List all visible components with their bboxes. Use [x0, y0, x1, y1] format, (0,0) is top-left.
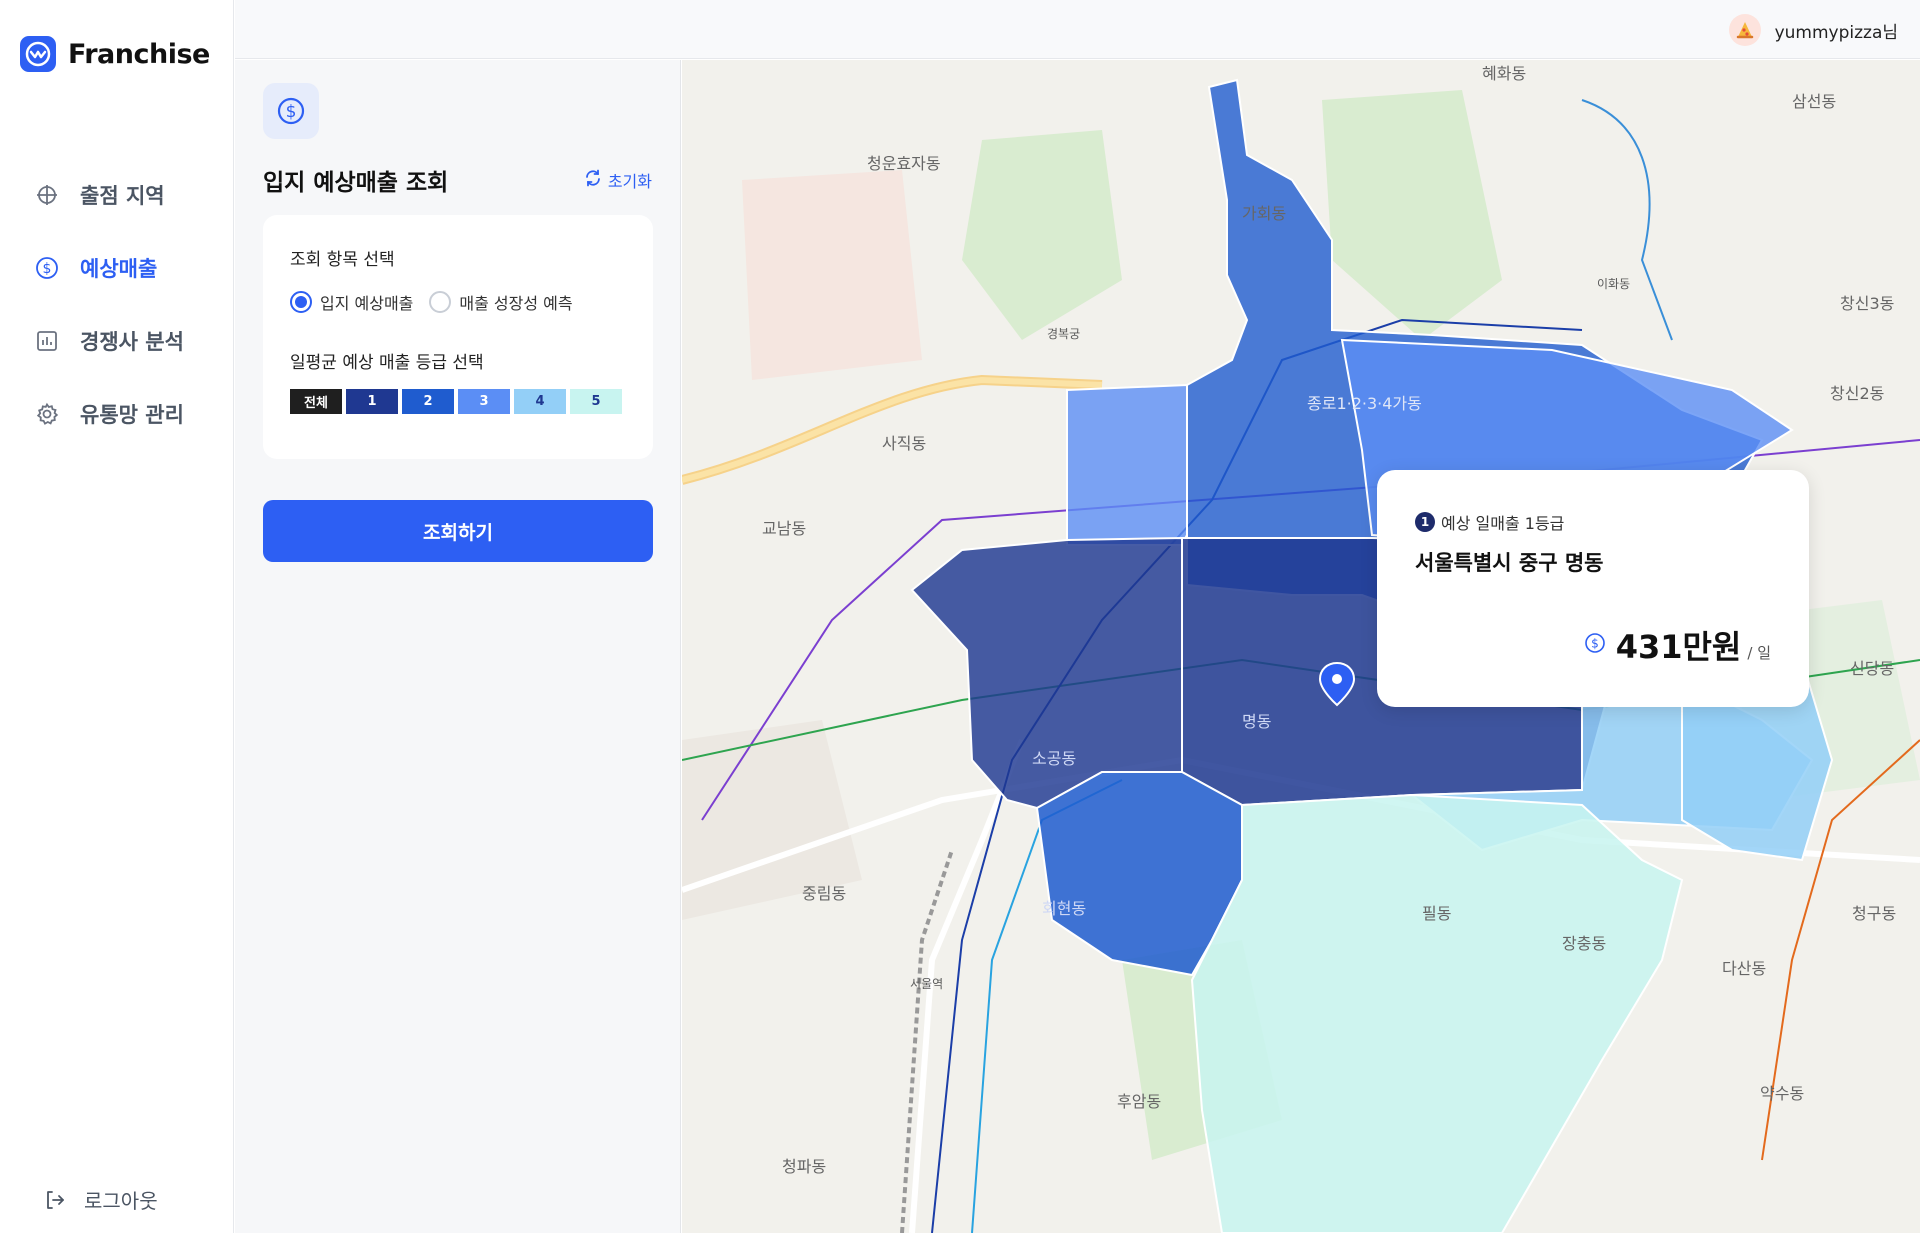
- map-label: 중림동: [802, 884, 847, 903]
- search-button-label: 조회하기: [423, 521, 493, 544]
- dollar-circle-icon: $: [1584, 632, 1606, 658]
- grade-filter-4[interactable]: 4: [514, 389, 566, 414]
- map-label: 사직동: [882, 434, 927, 453]
- panel-title: 입지 예상매출 조회: [263, 170, 449, 196]
- urban-area: [742, 170, 922, 380]
- sidebar-item-competitor-analysis[interactable]: 경쟁사 분석: [0, 304, 234, 377]
- brand-logo[interactable]: Franchise: [20, 36, 210, 72]
- map-label: 약수동: [1760, 1084, 1805, 1103]
- sidebar-item-store-location[interactable]: 출점 지역: [0, 158, 234, 231]
- sidebar-item-label: 경쟁사 분석: [80, 329, 184, 354]
- radio-label: 입지 예상매출: [320, 294, 414, 313]
- map-label: 창신2동: [1830, 384, 1885, 403]
- radio-growth-forecast[interactable]: [429, 291, 452, 313]
- map-label: 신당동: [1850, 659, 1895, 678]
- sidebar-item-expected-sales[interactable]: $ 예상매출: [0, 231, 234, 304]
- map-label: 다산동: [1722, 959, 1767, 978]
- search-button[interactable]: 조회하기: [263, 500, 653, 562]
- logout-label: 로그아웃: [84, 1189, 158, 1213]
- map-label: 창신3동: [1840, 294, 1895, 313]
- top-bar: yummypizza님: [235, 0, 1920, 59]
- map-label: 삼선동: [1792, 92, 1837, 111]
- sidebar-item-label: 예상매출: [80, 256, 158, 281]
- dollar-circle-icon: $: [34, 255, 60, 281]
- map-label: 교남동: [762, 519, 807, 538]
- district-info-popup[interactable]: 1 예상 일매출 1등급 서울특별시 중구 명동 $ 431만원 / 일: [1377, 470, 1809, 707]
- district-sajik[interactable]: [1066, 383, 1188, 546]
- logout-button[interactable]: 로그아웃: [42, 1185, 158, 1214]
- sales-unit: / 일: [1747, 644, 1771, 662]
- user-name: yummypizza님: [1774, 22, 1898, 43]
- refresh-icon: [584, 169, 602, 191]
- radio-label: 매출 성장성 예측: [459, 294, 573, 313]
- grade-filter-all[interactable]: 전체: [290, 389, 342, 414]
- pizza-avatar-icon: [1728, 14, 1761, 46]
- map-label: 서울역: [910, 977, 944, 991]
- map-label: 후암동: [1117, 1092, 1162, 1111]
- reset-label: 초기화: [607, 172, 652, 191]
- sidebar-item-label: 유통망 관리: [80, 402, 184, 427]
- sidebar-item-label: 출점 지역: [80, 183, 165, 208]
- map-label: 명동: [1242, 712, 1272, 731]
- map-label: 이화동: [1597, 277, 1631, 291]
- svg-text:$: $: [286, 102, 297, 122]
- sidebar-item-distribution-management[interactable]: 유통망 관리: [0, 377, 234, 450]
- grade-filter-3[interactable]: 3: [458, 389, 510, 414]
- grade-filter: 전체 1 2 3 4 5: [290, 389, 626, 414]
- map-label: 회현동: [1042, 899, 1087, 918]
- map-label: 경복궁: [1047, 327, 1081, 341]
- logout-icon: [42, 1187, 68, 1213]
- reset-button[interactable]: 초기화: [584, 168, 652, 192]
- map-label: 청구동: [1852, 904, 1897, 923]
- map-label: 청운효자동: [867, 154, 941, 173]
- svg-text:$: $: [1591, 637, 1599, 651]
- map-label: 혜화동: [1482, 64, 1527, 83]
- crosshair-icon: [34, 182, 60, 208]
- park-area: [962, 130, 1122, 340]
- query-options-card: 조회 항목 선택 입지 예상매출 매출 성장성 예측 일평균 예상 매출 등급 …: [263, 215, 653, 459]
- map-label: 소공동: [1032, 749, 1077, 768]
- user-menu[interactable]: yummypizza님: [1728, 14, 1898, 46]
- dollar-circle-icon: $: [263, 83, 319, 139]
- subway-line: [1581, 99, 1673, 341]
- map-label: 필동: [1422, 904, 1452, 923]
- sidebar-nav: 출점 지역 $ 예상매출 경쟁사 분석 유통망 관리: [0, 158, 234, 450]
- query-type-radio-group: 입지 예상매출 매출 성장성 예측: [290, 290, 589, 314]
- gear-icon: [34, 401, 60, 427]
- grade-select-label: 일평균 예상 매출 등급 선택: [290, 353, 484, 373]
- query-panel: $ 입지 예상매출 조회 초기화 조회 항목 선택 입지 예상매출 매출 성장성…: [235, 60, 681, 1233]
- grade-text: 예상 일매출 1등급: [1441, 514, 1565, 533]
- grade-filter-2[interactable]: 2: [402, 389, 454, 414]
- grade-badge: 1: [1415, 512, 1435, 532]
- radio-expected-sales[interactable]: [290, 291, 312, 313]
- map-label: 장충동: [1562, 934, 1607, 953]
- park-area: [1322, 90, 1502, 340]
- grade-filter-1[interactable]: 1: [346, 389, 398, 414]
- brand-name: Franchise: [68, 38, 210, 70]
- map-label: 종로1·2·3·4가동: [1307, 394, 1422, 413]
- logo-icon: [20, 36, 56, 72]
- popup-address: 서울특별시 중구 명동: [1415, 551, 1604, 575]
- popup-sales: $ 431만원 / 일: [1584, 622, 1771, 668]
- map-label: 가회동: [1242, 204, 1287, 223]
- select-label: 조회 항목 선택: [290, 250, 395, 270]
- sidebar: Franchise 출점 지역 $ 예상매출 경쟁사 분석 유통망 관리 로그아…: [0, 0, 234, 1233]
- bar-chart-icon: [34, 328, 60, 354]
- popup-grade: 1 예상 일매출 1등급: [1415, 510, 1564, 534]
- map-label: 청파동: [782, 1157, 827, 1176]
- svg-text:$: $: [43, 261, 52, 277]
- grade-filter-5[interactable]: 5: [570, 389, 622, 414]
- district-phil-jangchung[interactable]: [1190, 793, 1684, 1233]
- sales-value: 431만원: [1615, 628, 1742, 666]
